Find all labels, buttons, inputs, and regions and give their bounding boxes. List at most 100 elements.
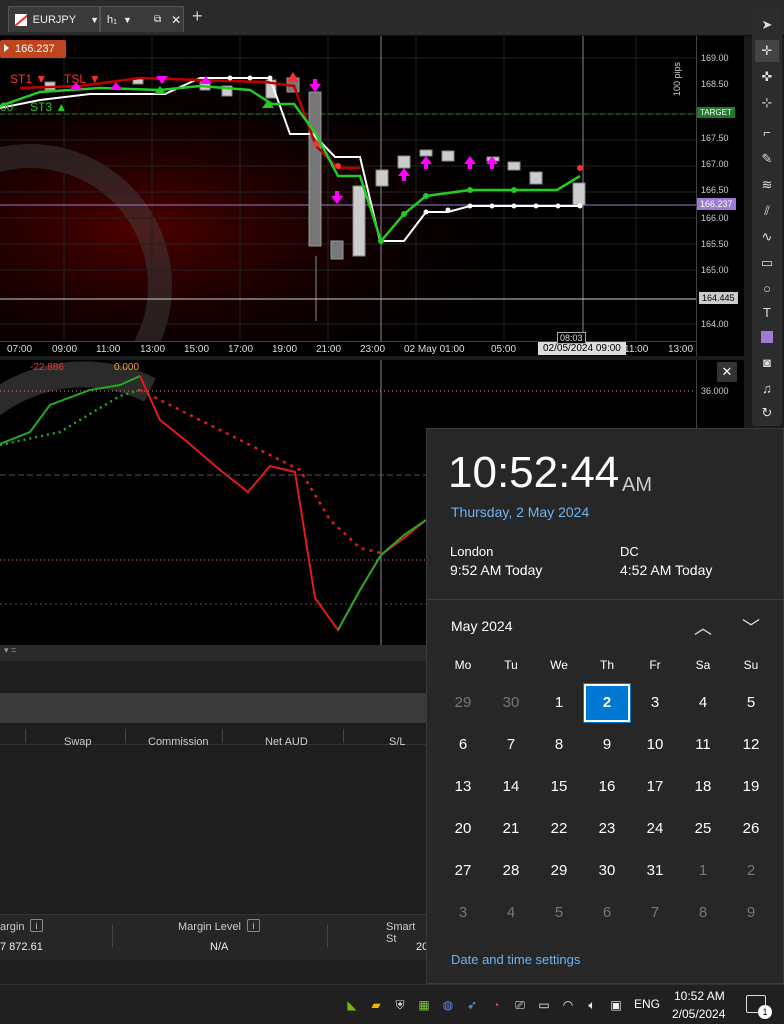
calendar-day[interactable]: 24	[632, 810, 678, 848]
color-swatch-icon[interactable]	[755, 326, 779, 348]
calendar-day[interactable]: 5	[728, 684, 774, 722]
tab-timeframe[interactable]: h 1 ▼ ⧉ ✕	[100, 6, 184, 32]
line-icon[interactable]: ⌐	[755, 122, 779, 144]
close-indicator-button[interactable]: ✕	[717, 362, 737, 382]
column-header-sl[interactable]: S/L	[389, 736, 406, 748]
alert-bell-icon[interactable]: ♫	[755, 378, 779, 400]
calendar-day[interactable]: 21	[488, 810, 534, 848]
fibonacci-icon[interactable]: ≋	[755, 174, 779, 196]
calendar-day[interactable]: 19	[728, 768, 774, 806]
calendar-day[interactable]: 15	[536, 768, 582, 806]
calendar-day[interactable]: 22	[536, 810, 582, 848]
price-chart[interactable]: 166.237 ST1 ▼ TSL ▼ ST3 ▲ 00 100 pips ⇱ …	[0, 36, 700, 356]
move-icon[interactable]: ✜	[755, 66, 779, 88]
rocket-icon[interactable]: ➶	[464, 997, 480, 1013]
calendar-day[interactable]: 23	[584, 810, 630, 848]
calendar-day[interactable]: 18	[680, 768, 726, 806]
wave-icon[interactable]: ∿	[755, 226, 779, 248]
volume-icon[interactable]: 🔈︎	[584, 997, 600, 1013]
globe-icon[interactable]: ◍	[440, 997, 456, 1013]
calendar-day[interactable]: 25	[680, 810, 726, 848]
chevron-down-icon[interactable]: ▼	[123, 15, 132, 25]
text-icon[interactable]: T	[755, 302, 779, 324]
calendar-day[interactable]: 20	[440, 810, 486, 848]
calendar-day[interactable]: 10	[632, 726, 678, 764]
camera-icon[interactable]: ◙	[755, 352, 779, 374]
flyout-date-link[interactable]: Thursday, 2 May 2024	[451, 504, 589, 520]
indicator-value-1: -22.886	[30, 362, 64, 373]
calendar-day[interactable]: 28	[488, 852, 534, 890]
wifi-icon[interactable]: ◠	[560, 997, 576, 1013]
folder-icon[interactable]: ▰	[368, 997, 384, 1013]
add-tab-button[interactable]: +	[192, 6, 203, 27]
calendar-day[interactable]: 6	[584, 894, 630, 932]
calendar-day[interactable]: 7	[632, 894, 678, 932]
calendar-day[interactable]: 3	[440, 894, 486, 932]
pitchfork-icon[interactable]: ⫽	[755, 200, 779, 222]
calendar-day[interactable]: 5	[536, 894, 582, 932]
meet-icon[interactable]: ⎚	[512, 997, 528, 1013]
taskbar-time[interactable]: 10:52 AM	[674, 989, 725, 1003]
arrow-right-icon	[4, 44, 9, 52]
chevron-down-icon[interactable]: ﹀	[742, 614, 760, 640]
calendar-day[interactable]: 31	[632, 852, 678, 890]
calendar-day[interactable]: 4	[680, 684, 726, 722]
price-label: 165.50	[701, 239, 729, 249]
calendar-day[interactable]: 29	[536, 852, 582, 890]
nvidia-icon[interactable]: ◣	[344, 997, 360, 1013]
display-icon[interactable]: ▣	[608, 997, 624, 1013]
day-of-week: We	[550, 658, 568, 672]
calendar-day[interactable]: 26	[728, 810, 774, 848]
language-indicator[interactable]: ENG	[634, 997, 660, 1011]
calendar-day[interactable]: 4	[488, 894, 534, 932]
calendar-day[interactable]: 12	[728, 726, 774, 764]
panel-splitter[interactable]: ▾ =	[0, 645, 426, 661]
security-app-icon[interactable]: ◔	[488, 997, 504, 1013]
calendar-day[interactable]: 6	[440, 726, 486, 764]
battery-icon[interactable]: ▭	[536, 997, 552, 1013]
calendar-day[interactable]: 9	[728, 894, 774, 932]
crosshair-icon[interactable]: ✛	[755, 40, 779, 62]
info-icon[interactable]: i	[247, 919, 260, 932]
column-header-swap[interactable]: Swap	[64, 736, 92, 748]
close-icon[interactable]: ✕	[171, 13, 181, 27]
calendar-day[interactable]: 13	[440, 768, 486, 806]
calendar-day[interactable]: 2	[728, 852, 774, 890]
calendar-day[interactable]: 29	[440, 684, 486, 722]
calendar-day[interactable]: 27	[440, 852, 486, 890]
column-header-net[interactable]: Net AUD	[265, 736, 308, 748]
tab-bar: EURJPY ▼ h 1 ▼ ⧉ ✕ +	[0, 0, 784, 36]
cursor-icon[interactable]: ➤	[755, 14, 779, 36]
shield-icon[interactable]: ⛨	[392, 997, 408, 1013]
calendar-day[interactable]: 1	[680, 852, 726, 890]
calendar-day[interactable]: 7	[488, 726, 534, 764]
calendar-day[interactable]: 16	[584, 768, 630, 806]
rectangle-icon[interactable]: ▭	[755, 252, 779, 274]
date-time-settings-link[interactable]: Date and time settings	[451, 952, 580, 967]
chevron-up-icon[interactable]: ︿	[694, 614, 712, 640]
calendar-day[interactable]: 30	[584, 852, 630, 890]
taskbar-date[interactable]: 2/05/2024	[672, 1007, 725, 1021]
column-header-commission[interactable]: Commission	[148, 736, 209, 748]
calendar-day[interactable]: 14	[488, 768, 534, 806]
calendar-month-label[interactable]: May 2024	[451, 618, 512, 634]
chart-app-icon[interactable]: ▦	[416, 997, 432, 1013]
info-icon[interactable]: i	[30, 919, 43, 932]
popout-icon[interactable]: ⧉	[154, 14, 161, 25]
calendar-day[interactable]: 11	[680, 726, 726, 764]
price-axis[interactable]: 169.00 168.50 TARGET 167.50 167.00 166.5…	[696, 36, 744, 356]
calendar-day-today[interactable]: 2	[583, 683, 631, 723]
calendar-day[interactable]: 3	[632, 684, 678, 722]
chevron-down-icon[interactable]: ▼	[90, 15, 99, 25]
calendar-day[interactable]: 9	[584, 726, 630, 764]
replay-icon[interactable]: ↻	[755, 402, 779, 424]
calendar-day[interactable]: 30	[488, 684, 534, 722]
zoom-icon[interactable]: ⊹	[755, 92, 779, 114]
calendar-day[interactable]: 1	[536, 684, 582, 722]
calendar-day[interactable]: 8	[680, 894, 726, 932]
calendar-day[interactable]: 17	[632, 768, 678, 806]
pen-icon[interactable]: ✎	[755, 148, 779, 170]
circle-icon[interactable]: ○	[755, 278, 779, 300]
calendar-day[interactable]: 8	[536, 726, 582, 764]
tab-eurjpy[interactable]: EURJPY ▼	[8, 6, 100, 32]
